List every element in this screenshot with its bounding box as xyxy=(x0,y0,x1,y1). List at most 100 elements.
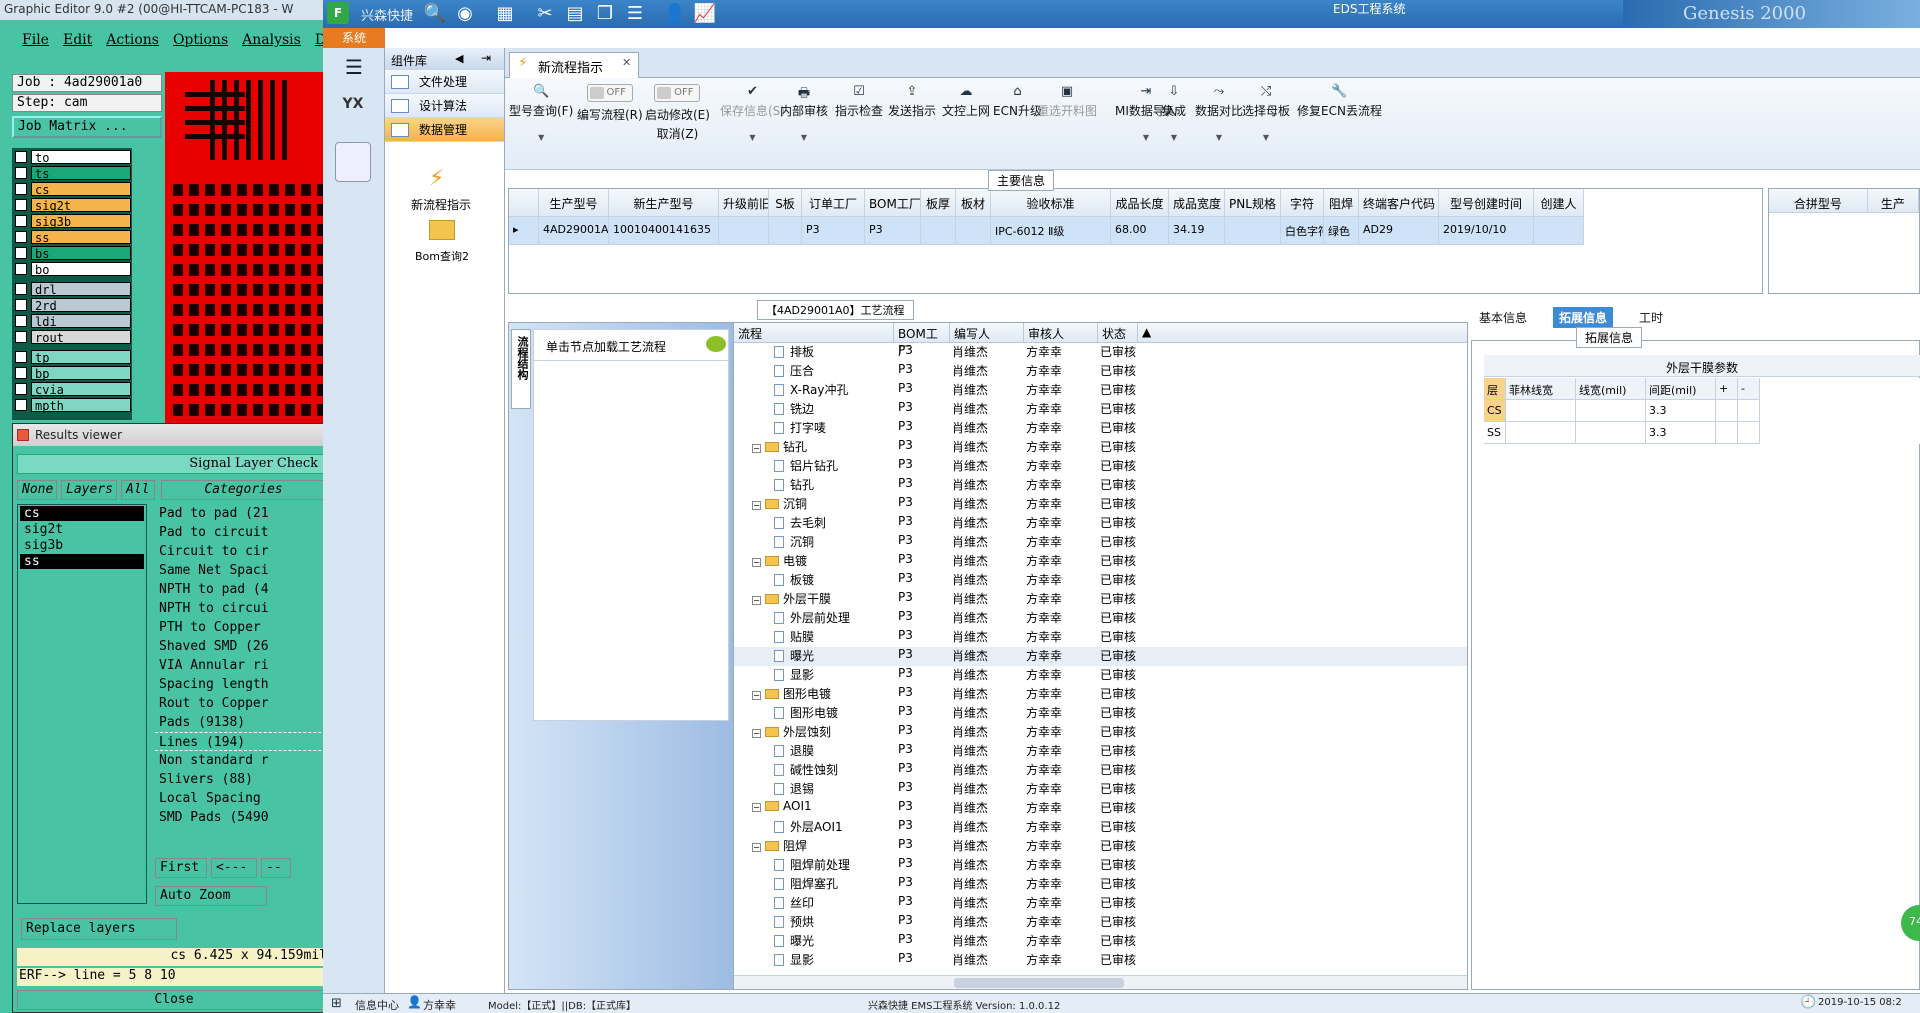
toolbar-button[interactable]: ☑ 指示检查 xyxy=(835,84,883,119)
layer-checkbox[interactable] xyxy=(15,231,27,243)
layer-name[interactable]: bs xyxy=(31,246,131,261)
ext-cell[interactable] xyxy=(1716,422,1738,444)
tree-col[interactable]: 审核人 xyxy=(1024,323,1098,342)
toolbar-button[interactable]: 🖶 内部审核 ▼ xyxy=(780,84,828,142)
ext-cell[interactable] xyxy=(1716,400,1738,422)
tree-node[interactable]: − 沉铜 xyxy=(734,495,894,514)
category-item[interactable]: Circuit to cir xyxy=(155,542,330,561)
close-tab-icon[interactable]: ✕ xyxy=(622,56,631,69)
ext-cell[interactable] xyxy=(1738,422,1760,444)
grid-cell[interactable]: 2019/10/10 xyxy=(1439,217,1534,245)
tree-row[interactable]: 打字唛 P3 肖维杰 方幸幸 已审核 xyxy=(734,419,1467,438)
ext-header[interactable]: 线宽(mil) xyxy=(1576,378,1646,400)
tree-col[interactable]: BOM工厂 xyxy=(894,323,950,358)
layer-checkbox[interactable] xyxy=(15,183,27,195)
folder-icon[interactable] xyxy=(429,220,455,240)
tree-row[interactable]: 显影 P3 肖维杰 方幸幸 已审核 xyxy=(734,951,1467,970)
result-layer-item[interactable]: cs xyxy=(20,506,144,521)
layer-row[interactable]: 2rd xyxy=(13,297,131,313)
layer-checkbox[interactable] xyxy=(15,299,27,311)
category-item[interactable]: Same Net Spaci xyxy=(155,561,330,580)
toolbar-button[interactable]: OFF 编写流程(R) xyxy=(577,84,643,123)
tree-row[interactable]: 铝片钻孔 P3 肖维杰 方幸幸 已审核 xyxy=(734,457,1467,476)
expand-icon[interactable]: − xyxy=(752,803,761,812)
system-tab[interactable]: 系统 xyxy=(323,28,385,48)
expand-icon[interactable]: − xyxy=(752,558,761,567)
layer-row[interactable]: sig3b xyxy=(13,213,131,229)
category-item[interactable]: PTH to Copper xyxy=(155,618,330,637)
toggle-switch[interactable]: OFF xyxy=(586,84,633,102)
grid-cell[interactable]: IPC-6012 Ⅱ级 xyxy=(991,217,1111,245)
tree-node[interactable]: 曝光 xyxy=(734,932,894,951)
expand-icon[interactable]: − xyxy=(752,729,761,738)
grid-cell[interactable] xyxy=(956,217,991,245)
layer-row[interactable]: ss xyxy=(13,229,131,245)
tree-row[interactable]: X-Ray冲孔 P3 肖维杰 方幸幸 已审核 xyxy=(734,381,1467,400)
tree-row[interactable]: − 钻孔 P3 肖维杰 方幸幸 已审核 xyxy=(734,438,1467,457)
category-item[interactable]: SMD Pads (5490 xyxy=(155,808,330,827)
tree-node[interactable]: 图形电镀 xyxy=(734,704,894,723)
chart-icon[interactable]: 📈 xyxy=(693,2,717,26)
tree-row[interactable]: 沉铜 P3 肖维杰 方幸幸 已审核 xyxy=(734,533,1467,552)
dropdown-arrow-icon[interactable]: ▼ xyxy=(1162,133,1186,142)
tree-row[interactable]: 图形电镀 P3 肖维杰 方幸幸 已审核 xyxy=(734,704,1467,723)
tree-node[interactable]: 碱性蚀刻 xyxy=(734,761,894,780)
toolbar-button[interactable]: ✔ 保存信息(S) ▼ xyxy=(720,84,785,142)
grid-cell[interactable]: P3 xyxy=(865,217,921,245)
layer-checkbox[interactable] xyxy=(15,331,27,343)
tree-row[interactable]: − 沉铜 P3 肖维杰 方幸幸 已审核 xyxy=(734,495,1467,514)
category-item[interactable]: VIA Annular ri xyxy=(155,656,330,675)
layer-checkbox[interactable] xyxy=(15,247,27,259)
search-icon[interactable]: 🔍 xyxy=(423,2,447,26)
ext-header[interactable]: - xyxy=(1738,378,1760,400)
grid-header[interactable]: 订单工厂 xyxy=(802,189,865,217)
grid-cell[interactable]: P3 xyxy=(802,217,865,245)
tree-node[interactable]: − 外层干膜 xyxy=(734,590,894,609)
list-icon[interactable]: ☰ xyxy=(623,2,647,26)
tree-row[interactable]: 碱性蚀刻 P3 肖维杰 方幸幸 已审核 xyxy=(734,761,1467,780)
grid-header[interactable]: 成品宽度 xyxy=(1169,189,1225,217)
toolbar-button[interactable]: ⌂ ECN升级 xyxy=(993,84,1042,119)
grid-cell[interactable]: 34.19 xyxy=(1169,217,1225,245)
result-layer-item[interactable]: sig2t xyxy=(20,522,144,537)
tree-row[interactable]: 预烘 P3 肖维杰 方幸幸 已审核 xyxy=(734,913,1467,932)
ext-header[interactable]: 菲林线宽 xyxy=(1506,378,1576,400)
close-icon[interactable] xyxy=(17,429,29,441)
category-item[interactable]: Lines (194) xyxy=(155,732,330,751)
layer-row[interactable]: ldi xyxy=(13,313,131,329)
copy-icon[interactable]: ❐ xyxy=(593,2,617,26)
tree-row[interactable]: − 电镀 P3 肖维杰 方幸幸 已审核 xyxy=(734,552,1467,571)
user-icon[interactable]: 👤 xyxy=(663,2,687,26)
dropdown-arrow-icon[interactable]: ▼ xyxy=(720,133,785,142)
tree-row[interactable]: 钻孔 P3 肖维杰 方幸幸 已审核 xyxy=(734,476,1467,495)
category-item[interactable]: NPTH to pad (4 xyxy=(155,580,330,599)
tree-row[interactable]: 排板 P3 肖维杰 方幸幸 已审核 xyxy=(734,343,1467,362)
tree-row[interactable]: 压合 P3 肖维杰 方幸幸 已审核 xyxy=(734,362,1467,381)
tree-col[interactable]: 状态 xyxy=(1098,323,1138,342)
menu-analysis[interactable]: Analysis xyxy=(242,32,301,50)
toggle-switch[interactable]: OFF xyxy=(654,84,701,102)
tree-node[interactable]: − 图形电镀 xyxy=(734,685,894,704)
toolbar-button[interactable]: ⤭ 选择母板 ▼ xyxy=(1242,84,1290,142)
grid-header[interactable]: 生产型号 xyxy=(539,189,609,217)
horizontal-scrollbar[interactable] xyxy=(734,975,1467,989)
dropdown-arrow-icon[interactable]: ▼ xyxy=(1242,133,1290,142)
pin-icon[interactable]: ⇥ xyxy=(481,51,491,65)
layer-name[interactable]: sig2t xyxy=(31,198,131,213)
hamburger-icon[interactable]: ☰ xyxy=(339,57,369,78)
grid-cell[interactable]: AD29 xyxy=(1359,217,1439,245)
layer-name[interactable]: sig3b xyxy=(31,214,131,229)
pcb-view[interactable] xyxy=(165,72,330,427)
toolbar-button[interactable]: ▣ 重选开料图 xyxy=(1037,84,1097,119)
layer-checkbox[interactable] xyxy=(15,215,27,227)
layer-row[interactable]: bo xyxy=(13,261,131,277)
globe-icon[interactable]: ◉ xyxy=(453,2,477,26)
layer-row[interactable]: bp xyxy=(13,365,131,381)
tab-new-flow[interactable]: ⚡ 新流程指示 ✕ xyxy=(509,52,639,78)
first-button[interactable]: First xyxy=(155,858,207,878)
grid-header[interactable]: 字符 xyxy=(1281,189,1324,217)
expand-icon[interactable]: − xyxy=(752,501,761,510)
ext-cell[interactable] xyxy=(1506,422,1576,444)
sub-bom-query[interactable]: Bom查询2 xyxy=(415,248,469,264)
grid-cell[interactable] xyxy=(769,217,802,245)
